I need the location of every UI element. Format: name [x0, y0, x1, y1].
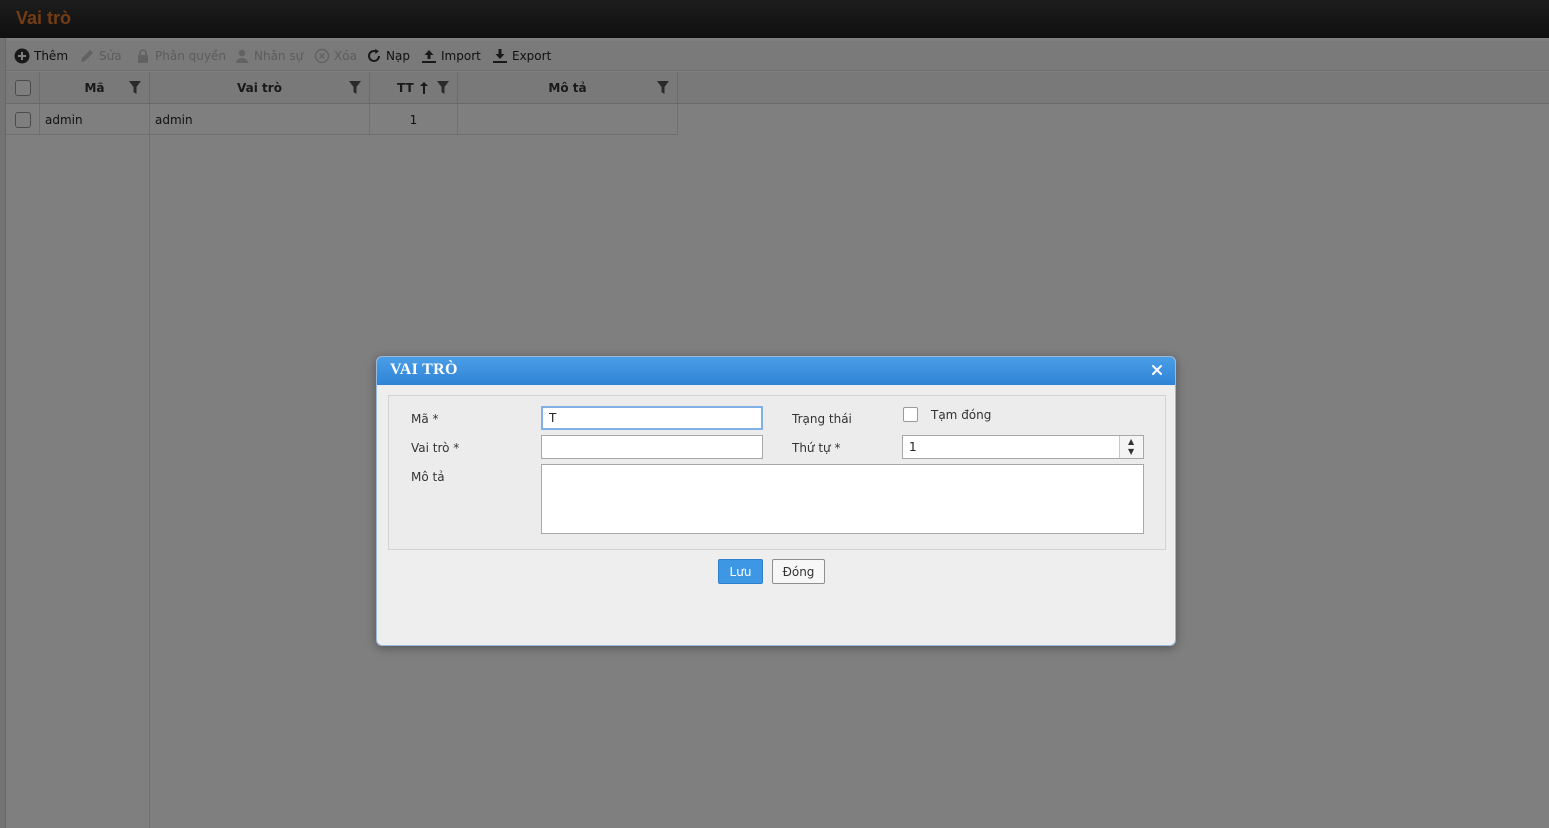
order-spinner[interactable]: ▲ ▼: [1119, 436, 1143, 458]
dialog-form: Mã * Trạng thái Tạm đóng Vai trò * Thứ t…: [388, 395, 1166, 550]
close-icon[interactable]: [1149, 362, 1165, 378]
order-stepper[interactable]: ▲ ▼: [902, 435, 1144, 459]
save-button[interactable]: Lưu: [718, 559, 763, 584]
code-label: Mã *: [411, 412, 439, 426]
description-label: Mô tả: [411, 470, 445, 484]
order-input[interactable]: [902, 435, 1144, 459]
cancel-button[interactable]: Đóng: [772, 559, 825, 584]
code-input[interactable]: [541, 406, 763, 430]
spin-up-icon[interactable]: ▲: [1128, 438, 1134, 446]
role-dialog: VAI TRÒ Mã * Trạng thái Tạm đóng Vai trò…: [376, 356, 1176, 646]
status-label: Trạng thái: [792, 412, 852, 426]
dialog-header: VAI TRÒ: [377, 357, 1175, 385]
dialog-title: VAI TRÒ: [390, 361, 458, 378]
order-label: Thứ tự *: [792, 441, 841, 455]
spin-down-icon[interactable]: ▼: [1128, 448, 1134, 456]
temporary-close-label: Tạm đóng: [931, 408, 992, 422]
role-label: Vai trò *: [411, 441, 460, 455]
temporary-close-checkbox[interactable]: [903, 407, 918, 422]
role-input[interactable]: [541, 435, 763, 459]
description-textarea[interactable]: [541, 464, 1144, 534]
